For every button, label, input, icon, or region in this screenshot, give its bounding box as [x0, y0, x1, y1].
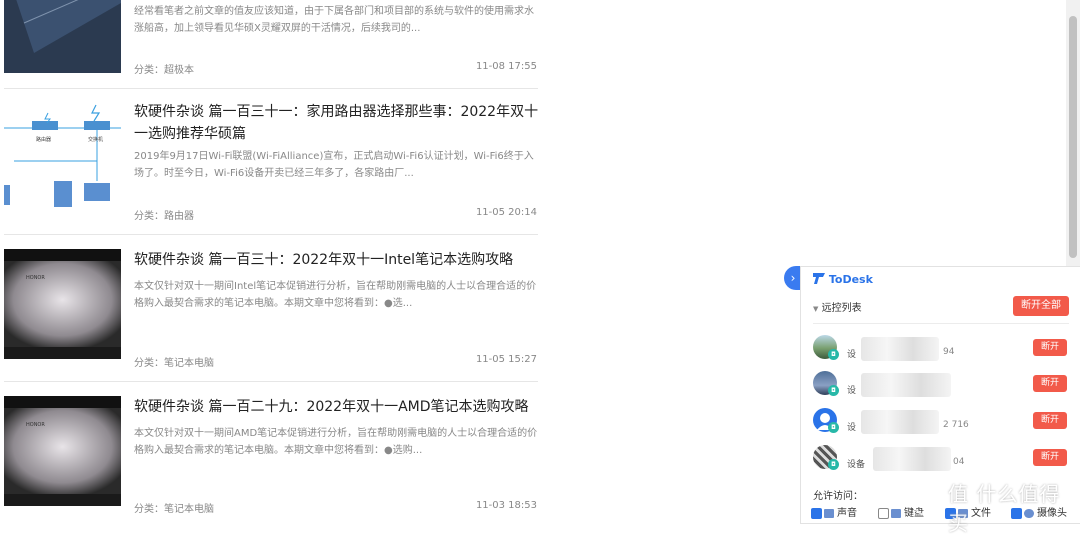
device-name: 设 — [847, 386, 857, 396]
remote-list-label: 远控列表 — [821, 303, 862, 314]
article-category[interactable]: 分类：路由器 — [134, 207, 194, 222]
speaker-icon — [824, 508, 834, 518]
divider — [4, 88, 538, 89]
keyboard-checkbox[interactable] — [878, 507, 889, 519]
article-summary: 本文仅针对双十一期间AMD笔记本促销进行分析，旨在帮助刚需电脑的人士以合理合适的… — [134, 428, 538, 456]
honor-logo-text: HONOR — [26, 275, 45, 281]
article-card[interactable]: HONOR 软硬件杂谈 篇一百三十：2022年双十一Intel笔记本选购攻略 本… — [4, 249, 540, 389]
scrollbar-thumb[interactable] — [1069, 16, 1077, 258]
keyboard-icon — [891, 508, 901, 518]
article-category[interactable]: 分类：超极本 — [134, 61, 194, 76]
article-thumbnail[interactable]: 路由器 交换机 — [4, 101, 121, 211]
laptop-screen-image: HONOR — [4, 396, 121, 506]
todesk-header: ToDesk — [813, 273, 873, 286]
disconnect-button[interactable]: 断开 — [1033, 339, 1067, 356]
redacted-info — [861, 337, 939, 361]
permission-sound[interactable]: 声音 — [811, 504, 857, 520]
remote-list-toggle[interactable]: ▼ 远控列表 — [813, 299, 862, 314]
article-date: 11-05 15:27 — [475, 354, 537, 365]
article-thumbnail[interactable]: HONOR — [4, 396, 121, 506]
redacted-info — [861, 410, 939, 434]
network-diagram-image: 路由器 交换机 — [4, 101, 121, 211]
article-feed: 经常看笔者之前文章的值友应该知道，由于下属各部门和项目部的系统与软件的使用需求水… — [0, 0, 540, 524]
article-category[interactable]: 分类：笔记本电脑 — [134, 354, 214, 369]
chevron-right-icon: › — [790, 271, 796, 285]
device-id: 04 — [953, 457, 965, 467]
article-category[interactable]: 分类：笔记本电脑 — [134, 500, 214, 515]
device-status-icon: ◘ — [828, 385, 839, 396]
router-label: 路由器 — [36, 136, 51, 143]
permission-label: 声音 — [837, 508, 857, 519]
article-summary: 经常看笔者之前文章的值友应该知道，由于下属各部门和项目部的系统与软件的使用需求水… — [134, 6, 534, 34]
device-id: 94 — [943, 347, 955, 357]
redacted-info — [873, 447, 951, 471]
article-date: 11-03 18:53 — [475, 500, 537, 511]
laptop-image — [4, 0, 121, 73]
device-id: 2 716 — [943, 420, 969, 430]
sound-checkbox[interactable] — [811, 507, 822, 519]
article-summary: 2019年9月17日Wi-Fi联盟(Wi-FiAlliance)宣布，正式启动W… — [134, 151, 534, 179]
device-row: ◘ 设 断开 — [813, 371, 1069, 401]
laptop-screen-image: HONOR — [4, 249, 121, 359]
triangle-down-icon: ▼ — [813, 305, 819, 313]
honor-logo-text: HONOR — [26, 422, 45, 428]
disconnect-button[interactable]: 断开 — [1033, 375, 1067, 392]
device-row: ◘ 设备 04 断开 — [813, 445, 1069, 475]
divider — [4, 381, 538, 382]
disconnect-all-button[interactable]: 断开全部 — [1013, 296, 1069, 316]
switch-label: 交换机 — [88, 136, 103, 143]
article-title[interactable]: 软硬件杂谈 篇一百二十九：2022年双十一AMD笔记本选购攻略 — [134, 396, 540, 418]
divider — [813, 323, 1069, 324]
todesk-logo-icon — [813, 273, 825, 284]
redacted-info — [861, 373, 951, 397]
device-row: ◘ 设 94 断开 — [813, 335, 1069, 365]
device-status-icon: ◘ — [828, 349, 839, 360]
device-status-icon: ◘ — [828, 459, 839, 470]
device-name: 设备 — [847, 460, 866, 470]
article-title[interactable]: 软硬件杂谈 篇一百三十：2022年双十一Intel笔记本选购攻略 — [134, 249, 540, 271]
article-date: 11-05 20:14 — [475, 207, 537, 218]
disconnect-button[interactable]: 断开 — [1033, 449, 1067, 466]
article-card[interactable]: 路由器 交换机 软硬件杂谈 篇一百三十一：家用路由器选择那些事：2022年双十一… — [4, 101, 540, 241]
article-summary: 本文仅针对双十一期间Intel笔记本促销进行分析，旨在帮助刚需电脑的人士以合理合… — [134, 281, 537, 309]
article-thumbnail[interactable] — [4, 0, 121, 73]
article-card[interactable]: HONOR 软硬件杂谈 篇一百二十九：2022年双十一AMD笔记本选购攻略 本文… — [4, 396, 540, 536]
article-thumbnail[interactable]: HONOR — [4, 249, 121, 359]
device-name: 设 — [847, 350, 857, 360]
disconnect-button[interactable]: 断开 — [1033, 412, 1067, 429]
watermark-logo — [912, 482, 946, 516]
allow-access-label: 允许访问： — [813, 491, 863, 502]
device-status-icon: ◘ — [828, 422, 839, 433]
article-date: 11-08 17:55 — [475, 61, 537, 72]
device-row: ◘ 设 2 716 断开 — [813, 408, 1069, 438]
watermark-text: 值 什么值得买 — [948, 482, 1061, 535]
divider — [4, 234, 538, 235]
article-title[interactable]: 软硬件杂谈 篇一百三十一：家用路由器选择那些事：2022年双十一选购推荐华硕篇 — [134, 101, 540, 145]
device-name: 设 — [847, 423, 857, 433]
todesk-brand: ToDesk — [828, 273, 873, 286]
